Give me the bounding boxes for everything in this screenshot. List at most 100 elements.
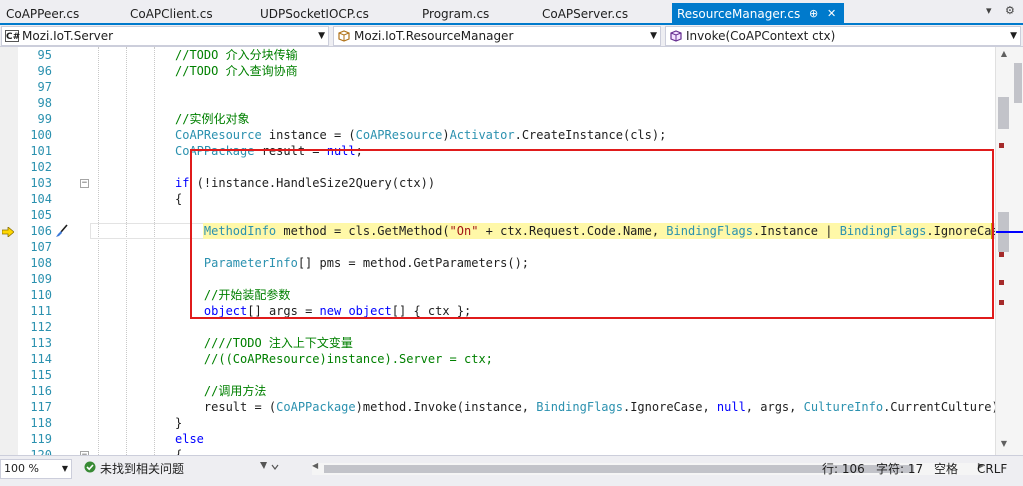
collapse-region-icon[interactable]: − — [80, 179, 89, 188]
code-line[interactable]: 114 //((CoAPResource)instance).Server = … — [0, 351, 995, 367]
scrollbar-thumb[interactable] — [998, 97, 1009, 129]
tab-udpsocketiocp[interactable]: UDPSocketIOCP.cs — [254, 3, 414, 25]
line-number: 114 — [30, 352, 52, 366]
tab-label: CoAPServer.cs — [542, 7, 629, 21]
line-number: 113 — [30, 336, 52, 350]
code-line[interactable]: 97 — [0, 79, 995, 95]
code-text[interactable]: //((CoAPResource)instance).Server = ctx; — [175, 351, 493, 367]
line-number: 112 — [30, 320, 52, 334]
scroll-left-icon[interactable]: ◀ — [312, 461, 318, 470]
tab-coappeer[interactable]: CoAPPeer.cs — [0, 3, 122, 25]
pin-icon[interactable]: ⊕ — [809, 3, 818, 25]
project-dropdown[interactable]: C# Mozi.IoT.Server ▼ — [1, 26, 329, 46]
code-line[interactable]: 100 CoAPResource instance = (CoAPResource… — [0, 127, 995, 143]
code-line[interactable]: 112 — [0, 319, 995, 335]
chevron-down-icon: ▼ — [318, 31, 325, 41]
code-token: Activator — [449, 128, 515, 142]
issues-status-text[interactable]: 未找到相关问题 — [100, 461, 184, 477]
scroll-up-icon[interactable]: ▲ — [996, 49, 1012, 63]
code-text[interactable]: result = (CoAPPackage)method.Invoke(inst… — [175, 399, 1006, 415]
line-number: 95 — [37, 48, 52, 62]
tab-label: UDPSocketIOCP.cs — [260, 7, 369, 21]
error-marker[interactable] — [999, 300, 1004, 305]
code-line[interactable]: 118} — [0, 415, 995, 431]
code-token: //TODO 介入查询协商 — [175, 64, 298, 78]
code-text[interactable]: //TODO 介入查询协商 — [175, 63, 298, 79]
scroll-down-icon[interactable]: ▼ — [996, 439, 1012, 453]
scrollbar-thumb[interactable] — [1014, 63, 1022, 103]
code-text[interactable]: else — [175, 431, 204, 447]
outer-scrollbar[interactable] — [1013, 47, 1023, 107]
line-number: 105 — [30, 208, 52, 222]
document-tab-strip: CoAPPeer.cs CoAPClient.cs UDPSocketIOCP.… — [0, 0, 1023, 25]
tab-program[interactable]: Program.cs — [416, 3, 534, 25]
chevron-down-icon: ▼ — [61, 464, 68, 473]
code-line[interactable]: 117 result = (CoAPPackage)method.Invoke(… — [0, 399, 1006, 415]
tab-coapclient[interactable]: CoAPClient.cs — [124, 3, 252, 25]
vertical-scrollbar[interactable]: ▲ ▼ — [995, 47, 1023, 455]
code-text[interactable]: { — [175, 191, 182, 207]
code-token: ) — [442, 128, 450, 142]
method-icon — [669, 30, 683, 42]
navigation-bar: C# Mozi.IoT.Server ▼ Mozi.IoT.ResourceMa… — [0, 25, 1023, 47]
line-number: 111 — [30, 304, 52, 318]
line-number: 101 — [30, 144, 52, 158]
class-dropdown[interactable]: Mozi.IoT.ResourceManager ▼ — [333, 26, 661, 46]
line-number: 119 — [30, 432, 52, 446]
code-text[interactable]: //实例化对象 — [175, 111, 249, 127]
tab-label: Program.cs — [422, 7, 490, 21]
code-token: CoAPPackage — [276, 400, 356, 414]
line-number: 109 — [30, 272, 52, 286]
column-indicator[interactable]: 字符: 17 — [876, 461, 923, 477]
line-number: 116 — [30, 384, 52, 398]
line-number: 100 — [30, 128, 52, 142]
eol-indicator[interactable]: CRLF — [977, 461, 1007, 477]
line-number: 104 — [30, 192, 52, 206]
issues-ok-icon[interactable] — [84, 461, 96, 477]
execution-pointer-arrow-icon[interactable] — [1, 226, 15, 238]
line-number: 120 — [30, 448, 52, 455]
line-number: 106 — [30, 224, 52, 238]
code-line[interactable]: 115 — [0, 367, 995, 383]
code-line[interactable]: 120−{ — [0, 447, 995, 455]
code-line[interactable]: 119 else — [0, 431, 995, 447]
code-text[interactable]: ////TODO 注入上下文变量 — [175, 335, 353, 351]
tab-coapserver[interactable]: CoAPServer.cs — [536, 3, 670, 25]
whitespace-indicator[interactable]: 空格 — [934, 461, 958, 477]
code-token: ////TODO 注入上下文变量 — [203, 336, 353, 350]
code-line[interactable]: 96 //TODO 介入查询协商 — [0, 63, 995, 79]
error-marker[interactable] — [999, 280, 1004, 285]
code-text[interactable]: { — [175, 447, 182, 455]
quick-action-brush-icon[interactable] — [55, 224, 69, 238]
code-line[interactable]: 98 — [0, 95, 995, 111]
code-token: //TODO 介入分块传输 — [175, 48, 298, 62]
code-line[interactable]: 99 //实例化对象 — [0, 111, 995, 127]
status-bar: 100 % ▼ 未找到相关问题 ◀ ▶ 行: 106 字符: 17 空格 CRL… — [0, 455, 1023, 486]
close-icon[interactable]: ✕ — [827, 3, 836, 25]
error-marker[interactable] — [999, 252, 1004, 257]
tab-list-dropdown-icon[interactable]: ▾ — [986, 4, 992, 17]
code-text[interactable]: CoAPResource instance = (CoAPResource)Ac… — [175, 127, 666, 143]
brush-cleanup-icon[interactable] — [258, 460, 280, 478]
code-line[interactable]: 95 //TODO 介入分块传输 — [0, 47, 995, 63]
code-text[interactable]: } — [175, 415, 182, 431]
code-token: CoAPResource — [175, 128, 262, 142]
error-marker[interactable] — [999, 143, 1004, 148]
project-name: Mozi.IoT.Server — [22, 29, 114, 43]
line-indicator[interactable]: 行: 106 — [822, 461, 865, 477]
code-text[interactable]: //调用方法 — [175, 383, 266, 399]
member-dropdown[interactable]: Invoke(CoAPContext ctx) ▼ — [665, 26, 1021, 46]
code-text[interactable]: //TODO 介入分块传输 — [175, 47, 298, 63]
zoom-dropdown[interactable]: 100 % ▼ — [0, 459, 72, 479]
code-token: BindingFlags — [536, 400, 623, 414]
code-line[interactable]: 113 ////TODO 注入上下文变量 — [0, 335, 995, 351]
tab-label: CoAPPeer.cs — [6, 7, 80, 21]
line-number: 97 — [37, 80, 52, 94]
csharp-project-icon: C# — [5, 30, 21, 42]
code-token: else — [175, 432, 204, 446]
code-token: //((CoAPResource)instance).Server = ctx; — [203, 352, 493, 366]
tab-resourcemanager[interactable]: ResourceManager.cs ⊕ ✕ — [672, 3, 844, 25]
settings-icon[interactable]: ⚙ — [1005, 4, 1015, 17]
code-line[interactable]: 116 //调用方法 — [0, 383, 995, 399]
